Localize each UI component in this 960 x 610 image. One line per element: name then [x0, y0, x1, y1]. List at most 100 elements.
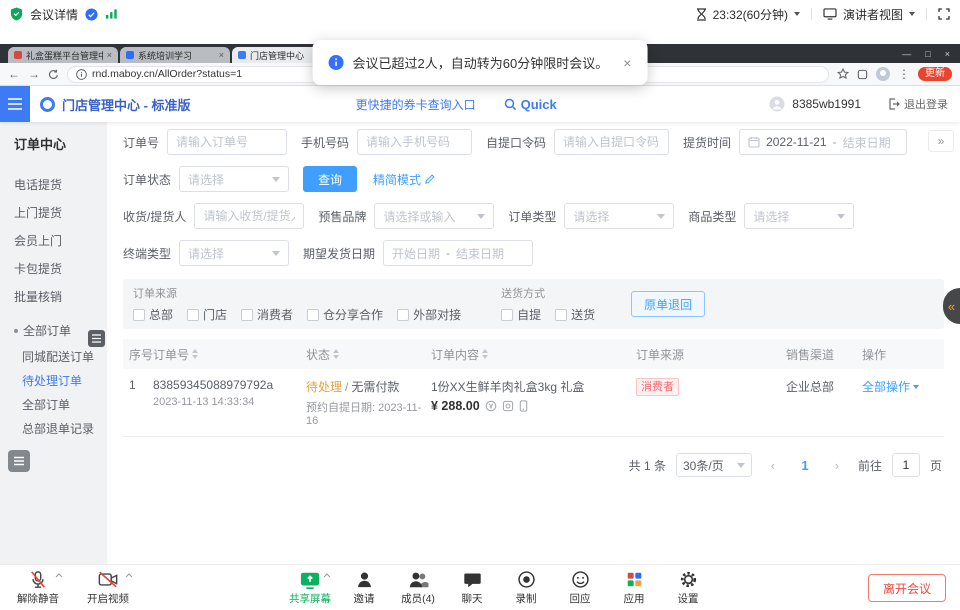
menu-toggle-button[interactable]	[0, 86, 30, 122]
order-no-label: 订单号	[123, 134, 159, 151]
record-button[interactable]: 录制	[504, 569, 548, 606]
site-info-icon[interactable]	[76, 69, 87, 80]
checkbox-delivery[interactable]: 送货	[555, 306, 595, 323]
mobile-icon	[519, 400, 528, 412]
members-button[interactable]: 成员(4)	[396, 569, 440, 606]
checkbox-store[interactable]: 门店	[187, 306, 227, 323]
checkbox-warehouse-coop[interactable]: 仓分享合作	[307, 306, 383, 323]
sidebar-item-all-orders[interactable]: 全部订单	[0, 393, 107, 417]
page-unit: 页	[930, 457, 942, 474]
unmute-button[interactable]: 解除静音	[12, 569, 64, 606]
col-content[interactable]: 订单内容	[431, 346, 636, 363]
favorite-star-icon[interactable]	[837, 68, 849, 80]
back-icon[interactable]: ←	[8, 68, 20, 80]
table-row[interactable]: 1 83859345088979792a 2023-11-13 14:33:34…	[123, 369, 944, 437]
floating-list-button[interactable]	[8, 450, 30, 472]
main-content: » 订单号 手机号码 自提口令码 提货时间 2022-11-21 -	[107, 122, 960, 564]
sidebar-item-pending-orders[interactable]: 待处理订单	[0, 369, 107, 393]
quick-search[interactable]: Quick	[504, 97, 557, 112]
extensions-icon[interactable]	[857, 69, 868, 80]
close-window-button[interactable]: ×	[945, 49, 950, 59]
presale-brand-select[interactable]: 请选择或输入	[374, 203, 494, 229]
search-button[interactable]: 查询	[303, 166, 357, 192]
fullscreen-icon[interactable]	[938, 8, 950, 20]
view-dropdown-icon[interactable]	[909, 12, 915, 16]
share-screen-button[interactable]: 共享屏幕	[288, 569, 332, 606]
page-size-select[interactable]: 30条/页	[676, 453, 752, 477]
sidebar-item-city-delivery-orders[interactable]: 同城配送订单	[0, 345, 107, 369]
order-status-select[interactable]: 请选择	[179, 166, 289, 192]
sidebar-item-door-pickup[interactable]: 上门提货	[0, 199, 107, 227]
browser-update-button[interactable]: 更新	[918, 67, 952, 81]
collapse-filters-button[interactable]: »	[928, 130, 954, 152]
sidebar-collapse-handle[interactable]	[88, 330, 105, 347]
terminal-type-select[interactable]: 请选择	[179, 240, 289, 266]
row-action-link[interactable]: 全部操作	[862, 378, 942, 395]
sort-icon	[333, 349, 339, 359]
user-avatar[interactable]	[769, 96, 785, 112]
checkbox-consumer[interactable]: 消费者	[241, 306, 293, 323]
checkbox-external[interactable]: 外部对接	[397, 306, 461, 323]
order-type-select[interactable]: 请选择	[564, 203, 674, 229]
compact-mode-link[interactable]: 精简模式	[373, 171, 435, 188]
start-video-button[interactable]: 开启视频	[82, 569, 134, 606]
terminal-type-label: 终端类型	[123, 245, 171, 262]
invite-button[interactable]: 邀请	[342, 569, 386, 606]
video-options-chevron-icon[interactable]	[125, 573, 133, 578]
sidebar-item-member-visit[interactable]: 会员上门	[0, 227, 107, 255]
pickup-date-range[interactable]: 2022-11-21 - 结束日期	[739, 129, 907, 155]
chat-button[interactable]: 聊天	[450, 569, 494, 606]
meeting-timer[interactable]: 23:32(60分钟)	[713, 6, 788, 23]
goto-page-input[interactable]	[892, 453, 920, 477]
toast-close-icon[interactable]: ×	[623, 55, 631, 71]
username[interactable]: 8385wb1991	[792, 97, 861, 111]
browser-tab-1[interactable]: 礼盒蛋糕平台管理中心 ×	[8, 47, 118, 63]
presale-brand-label: 预售品牌	[318, 208, 366, 225]
timer-dropdown-icon[interactable]	[794, 12, 800, 16]
order-no-input[interactable]	[167, 129, 287, 155]
tab-close-icon[interactable]: ×	[219, 50, 224, 60]
next-page-button[interactable]: ›	[826, 454, 848, 476]
payment-status: 无需付款	[351, 380, 399, 394]
goods-type-select[interactable]: 请选择	[744, 203, 854, 229]
expect-date-range[interactable]: 开始日期 - 结束日期	[383, 240, 533, 266]
browser-menu-icon[interactable]: ⋮	[898, 68, 910, 80]
tab-close-icon[interactable]: ×	[107, 50, 112, 60]
meeting-details-link[interactable]: 会议详情	[30, 6, 78, 23]
maximize-button[interactable]: □	[925, 49, 930, 59]
sidebar-item-phone-pickup[interactable]: 电话提货	[0, 171, 107, 199]
logout-button[interactable]: 退出登录	[888, 96, 948, 112]
sidebar-item-card-pickup[interactable]: 卡包提货	[0, 255, 107, 283]
apps-button[interactable]: 应用	[612, 569, 656, 606]
tab-favicon	[238, 51, 246, 59]
forward-icon[interactable]: →	[28, 68, 40, 80]
col-status[interactable]: 状态	[306, 346, 431, 363]
reload-icon[interactable]	[48, 69, 59, 80]
current-page[interactable]: 1	[794, 454, 816, 476]
pickup-code-input[interactable]	[554, 129, 669, 155]
settings-button[interactable]: 设置	[666, 569, 710, 606]
reaction-button[interactable]: 回应	[558, 569, 602, 606]
pickup-time-label: 提货时间	[683, 134, 731, 151]
prev-page-button[interactable]: ‹	[762, 454, 784, 476]
checkbox-self-pickup[interactable]: 自提	[501, 306, 541, 323]
mic-options-chevron-icon[interactable]	[55, 573, 63, 578]
goto-label: 前往	[858, 457, 882, 474]
phone-input[interactable]	[357, 129, 472, 155]
original-order-return-button[interactable]: 原单退回	[631, 291, 705, 317]
receiver-input[interactable]	[194, 203, 304, 229]
leave-meeting-button[interactable]: 离开会议	[868, 574, 946, 602]
pickup-note: 预约自提日期: 2023-11-16	[306, 399, 431, 427]
view-mode-selector[interactable]: 演讲者视图	[843, 6, 903, 23]
coupon-query-link[interactable]: 更快捷的券卡查询入口	[356, 96, 476, 113]
browser-tab-2[interactable]: 系统培训学习 ×	[120, 47, 230, 63]
share-options-chevron-icon[interactable]	[323, 573, 331, 578]
col-order-no[interactable]: 订单号	[153, 346, 306, 363]
browser-profile-avatar[interactable]	[876, 67, 890, 81]
minimize-button[interactable]: —	[902, 49, 911, 59]
sidebar-item-batch-verify[interactable]: 批量核销	[0, 283, 107, 311]
checkbox-hq[interactable]: 总部	[133, 306, 173, 323]
sidebar-item-hq-return-records[interactable]: 总部退单记录	[0, 417, 107, 441]
bullet-icon	[14, 329, 18, 333]
sort-icon	[482, 349, 488, 359]
